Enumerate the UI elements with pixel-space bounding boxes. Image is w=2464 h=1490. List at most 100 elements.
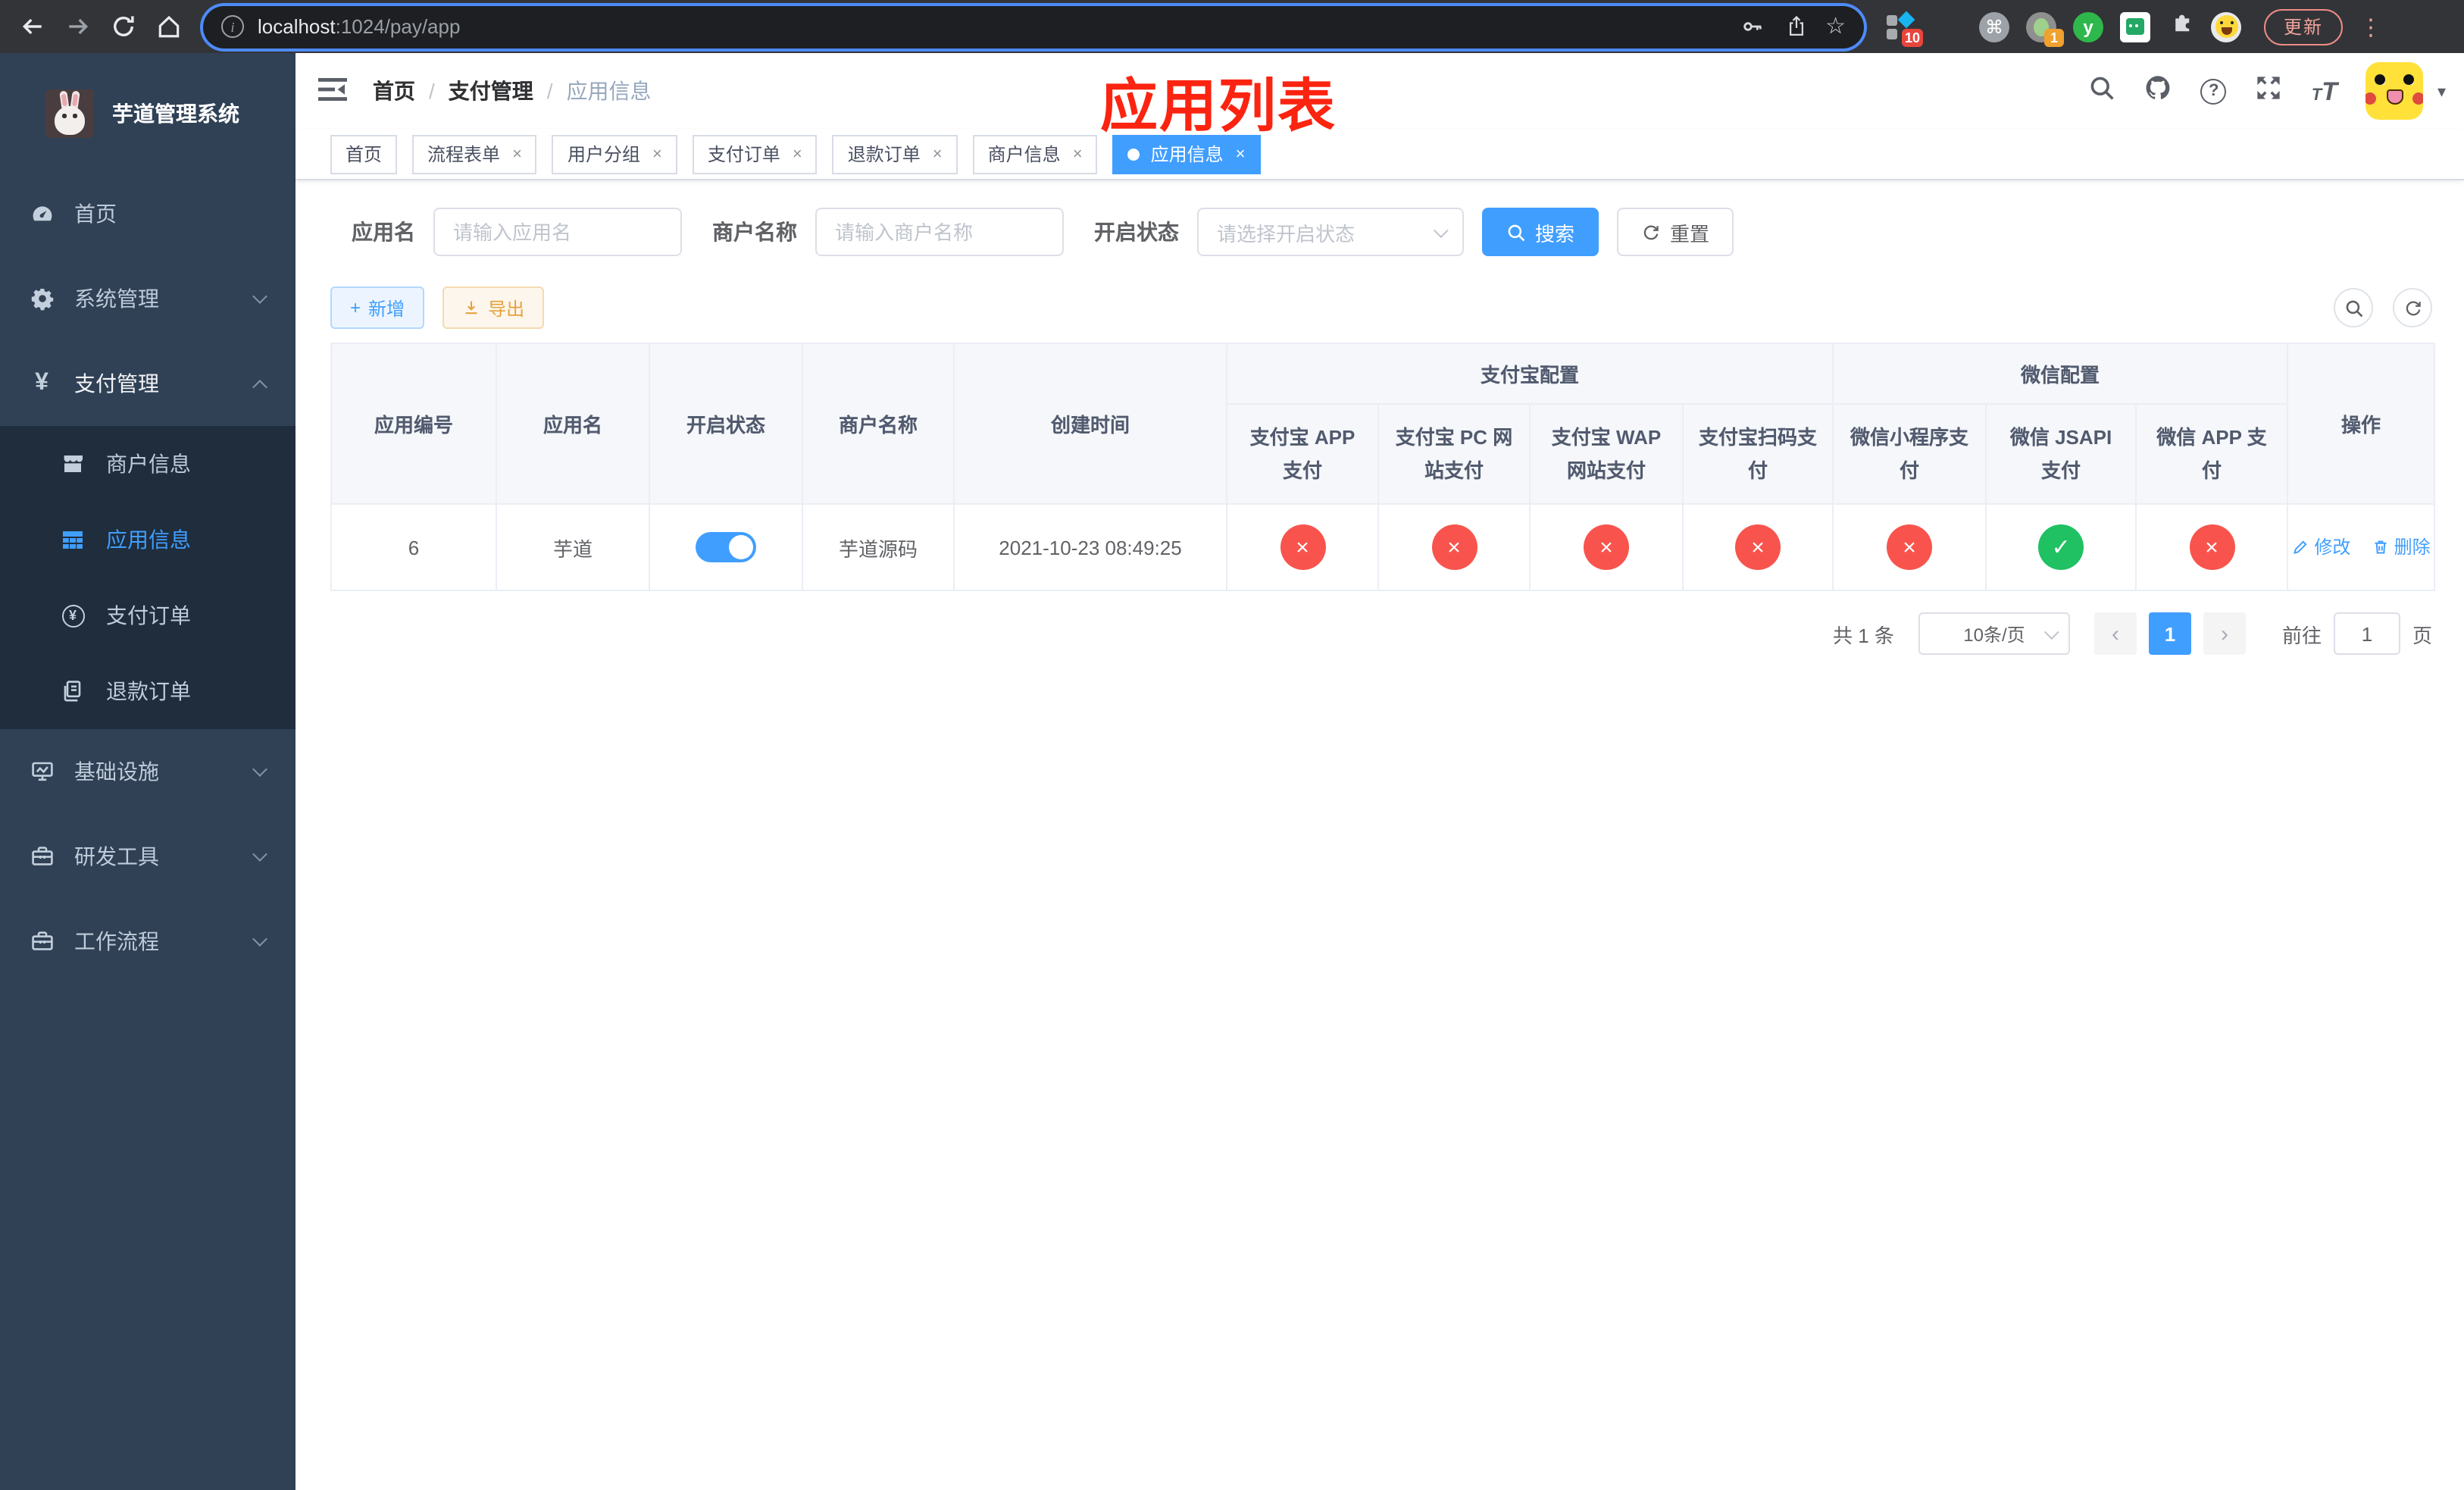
extension-badge: 1	[2044, 28, 2064, 46]
prev-page-button[interactable]: ‹	[2093, 612, 2137, 655]
sidebar-item-merchant-info[interactable]: 商户信息	[0, 426, 295, 502]
col-alipay-qr: 支付宝扫码支付	[1681, 403, 1834, 505]
tab-user-group[interactable]: 用户分组 ×	[552, 134, 677, 174]
close-icon[interactable]: ×	[512, 145, 522, 163]
back-icon[interactable]	[12, 7, 52, 46]
page-number-current[interactable]: 1	[2148, 612, 2191, 655]
toggle-search-button[interactable]	[2334, 288, 2373, 327]
tab-refund-orders[interactable]: 退款订单 ×	[832, 134, 958, 174]
tab-pay-orders[interactable]: 支付订单 ×	[692, 134, 818, 174]
share-icon[interactable]	[1781, 11, 1812, 42]
reload-icon[interactable]	[103, 7, 142, 46]
close-icon[interactable]: ×	[652, 145, 662, 163]
close-icon[interactable]: ×	[1073, 145, 1083, 163]
tab-home[interactable]: 首页	[330, 134, 398, 174]
sidebar: 芋道管理系统 首页 系统管理 ¥ 支付管理 商户信息 应用信息 ¥ 支付订单 退…	[0, 53, 295, 1490]
update-button[interactable]: 更新	[2264, 8, 2344, 45]
edit-button[interactable]: 修改	[2291, 534, 2350, 560]
sidebar-item-home[interactable]: 首页	[0, 171, 295, 256]
font-size-icon[interactable]: TT	[2312, 78, 2337, 104]
close-icon[interactable]: ×	[793, 145, 802, 163]
tags-view-bar: 首页 流程表单 × 用户分组 × 支付订单 × 退款订单 × 商户信息 × 应用信息 ×	[295, 129, 2464, 180]
cell-alipay-app: ×	[1226, 503, 1379, 591]
active-dot	[1127, 148, 1140, 160]
page-size-select[interactable]: 10条/页	[1918, 612, 2070, 655]
merchant-input[interactable]	[815, 208, 1064, 256]
col-group-wechat: 微信配置	[1832, 343, 2289, 405]
close-icon[interactable]: ×	[1236, 145, 1246, 163]
help-icon[interactable]: ?	[2200, 78, 2227, 104]
page-content: 应用名 商户名称 开启状态 请选择开启状态	[295, 180, 2464, 655]
github-icon[interactable]	[2145, 74, 2172, 108]
navbar-actions: ? TT ▾	[2089, 62, 2446, 120]
home-icon[interactable]	[149, 7, 188, 46]
sidebar-collapse-icon[interactable]	[318, 76, 349, 106]
table-toolbar: + 新增 导出	[330, 286, 2432, 329]
url-host: localhost	[258, 15, 336, 38]
storefront-icon	[61, 452, 85, 476]
col-merchant: 商户名称	[802, 343, 955, 505]
sidebar-item-refund-orders[interactable]: 退款订单	[0, 653, 295, 729]
search-button[interactable]: 搜索	[1482, 208, 1599, 256]
sidebar-item-dev-tools[interactable]: 研发工具	[0, 814, 295, 899]
navbar: 首页 / 支付管理 / 应用信息 ? T T ▾	[295, 53, 2464, 129]
status-select[interactable]: 请选择开启状态	[1197, 208, 1464, 256]
breadcrumb: 首页 / 支付管理 / 应用信息	[373, 76, 652, 106]
avatar-caret-icon[interactable]: ▾	[2437, 81, 2446, 101]
table-tools	[2334, 288, 2432, 327]
cell-alipay-wap: ×	[1529, 503, 1684, 591]
user-avatar[interactable]	[2366, 62, 2424, 120]
sidebar-item-payment[interactable]: ¥ 支付管理	[0, 341, 295, 426]
forward-icon[interactable]	[58, 7, 97, 46]
filter-merchant: 商户名称	[712, 208, 1064, 256]
bookmark-star-icon[interactable]: ☆	[1825, 15, 1846, 38]
delete-button[interactable]: 删除	[2372, 534, 2431, 560]
reset-button[interactable]: 重置	[1617, 208, 1734, 256]
extension-yudao-icon[interactable]: y	[2073, 11, 2103, 42]
logo-rabbit-avatar	[45, 89, 94, 138]
breadcrumb-home[interactable]: 首页	[373, 76, 415, 106]
next-page-button[interactable]: ›	[2203, 612, 2246, 655]
briefcase-icon	[29, 928, 55, 954]
cell-app-name: 芋道	[496, 503, 650, 591]
extension-proxy-icon[interactable]: 1	[2026, 11, 2064, 46]
site-info-icon[interactable]: i	[221, 15, 244, 38]
col-wx-lite: 微信小程序支付	[1832, 403, 1987, 505]
tab-merchant-info[interactable]: 商户信息 ×	[972, 134, 1098, 174]
sidebar-item-workflow[interactable]: 工作流程	[0, 899, 295, 984]
yen-circle-icon: ¥	[61, 603, 85, 628]
extension-gem-icon[interactable]	[1932, 11, 1962, 42]
refresh-button[interactable]	[2393, 288, 2432, 327]
profile-avatar-icon[interactable]	[2211, 11, 2241, 42]
url-path: :1024/pay/app	[335, 15, 461, 38]
disabled-icon: ×	[1887, 524, 1933, 570]
fullscreen-icon[interactable]	[2256, 74, 2283, 108]
close-icon[interactable]: ×	[933, 145, 943, 163]
password-key-icon[interactable]	[1737, 11, 1768, 42]
pagination: 共 1 条 10条/页 ‹ 1 › 前往 页	[330, 612, 2432, 655]
app-logo[interactable]: 芋道管理系统	[0, 53, 295, 171]
extensions-puzzle-icon[interactable]	[2167, 9, 2194, 44]
goto-page-input[interactable]	[2333, 612, 2400, 655]
total-count: 共 1 条	[1833, 624, 1894, 646]
url-bar[interactable]: i localhost:1024/pay/app ☆	[203, 5, 1864, 48]
header-search-icon[interactable]	[2089, 74, 2116, 108]
url-text: localhost:1024/pay/app	[258, 15, 1724, 38]
sidebar-item-pay-orders[interactable]: ¥ 支付订单	[0, 578, 295, 653]
sidebar-submenu-payment: 商户信息 应用信息 ¥ 支付订单 退款订单	[0, 426, 295, 729]
search-form: 应用名 商户名称 开启状态 请选择开启状态	[330, 208, 2432, 256]
export-button[interactable]: 导出	[442, 286, 545, 329]
app-name-input[interactable]	[433, 208, 682, 256]
browser-menu-icon[interactable]: ⋮	[2359, 13, 2382, 40]
tab-process-form[interactable]: 流程表单 ×	[412, 134, 537, 174]
extension-chat-icon[interactable]	[2120, 11, 2150, 42]
sidebar-item-system[interactable]: 系统管理	[0, 256, 295, 341]
sidebar-item-app-info[interactable]: 应用信息	[0, 502, 295, 578]
add-button[interactable]: + 新增	[330, 286, 425, 329]
extension-blocks-icon[interactable]: 10	[1885, 10, 1923, 46]
sidebar-item-infrastructure[interactable]: 基础设施	[0, 729, 295, 814]
enabled-icon: ✓	[2038, 524, 2084, 570]
extension-command-icon[interactable]: ⌘	[1979, 11, 2009, 42]
status-toggle[interactable]	[696, 532, 756, 562]
yen-icon: ¥	[35, 370, 48, 396]
